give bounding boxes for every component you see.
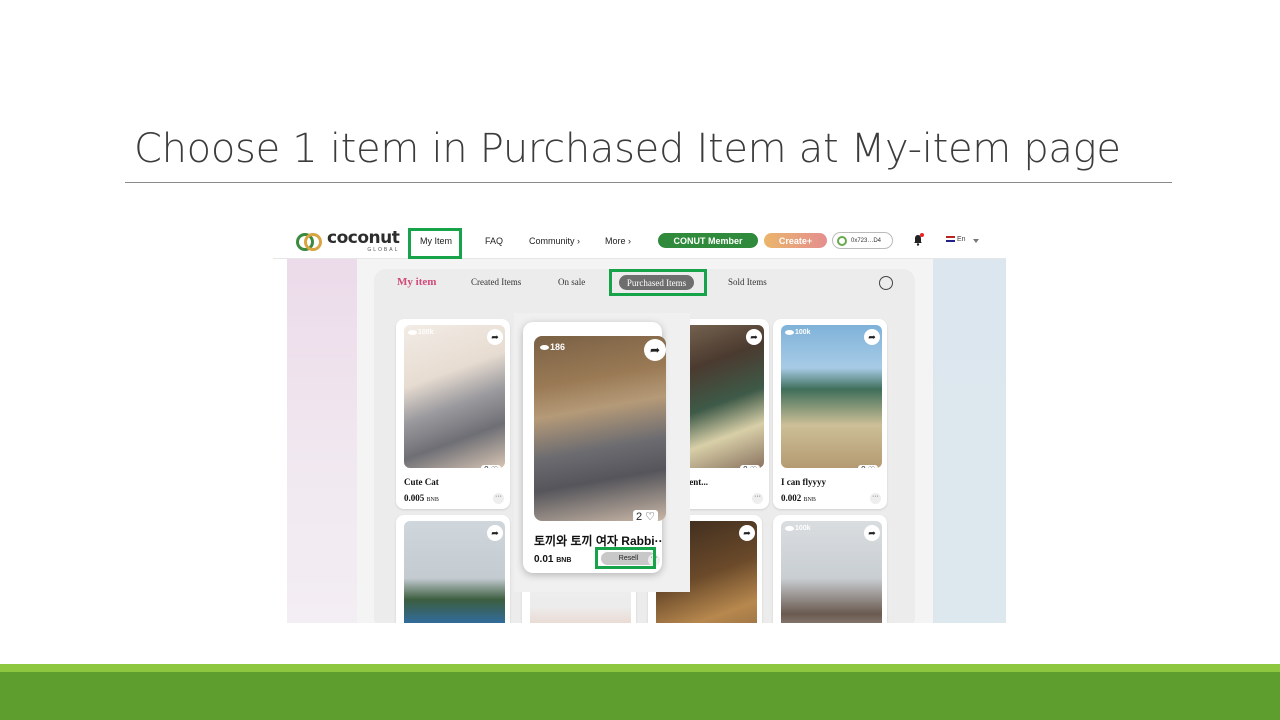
item-name: Cute Cat — [404, 477, 439, 487]
item-thumbnail: 100k ➦ 0 ♡ — [404, 325, 505, 468]
item-card[interactable]: 100k ➦ 0 ♡ Cute Cat 0.005 BNB ··· — [396, 319, 510, 509]
wallet-avatar-icon — [837, 236, 847, 246]
share-arrow-icon[interactable]: ➦ — [864, 525, 880, 541]
item-thumbnail: 100k ➦ 0 ♡ — [781, 325, 882, 468]
item-card[interactable]: ➦ — [396, 515, 510, 623]
share-arrow-icon[interactable]: ➦ — [739, 525, 755, 541]
highlight-my-item — [408, 228, 462, 259]
share-arrow-icon[interactable]: ➦ — [487, 525, 503, 541]
filter-icon[interactable] — [879, 276, 893, 290]
coconut-logo[interactable]: coconut GLOBAL — [294, 228, 400, 253]
view-count: 100k — [408, 329, 434, 336]
wallet-address-button[interactable]: 0x723…D4 — [832, 232, 893, 249]
tab-created-items[interactable]: Created Items — [471, 277, 521, 287]
highlight-purchased-items — [609, 269, 707, 296]
tab-sold-items[interactable]: Sold Items — [728, 277, 767, 287]
item-card[interactable]: 100k ➦ — [773, 515, 887, 623]
selected-item-card[interactable]: 186 ➦ 2 ♡ 토끼와 토끼 여자 Rabbi··· 0.01 BNB Re… — [523, 322, 666, 573]
coconut-logo-icon — [294, 231, 324, 253]
language-label: En — [957, 236, 966, 243]
nav-faq[interactable]: FAQ — [485, 236, 503, 246]
item-card[interactable]: 100k ➦ 0 ♡ I can flyyyy 0.002 BNB ··· — [773, 319, 887, 509]
highlight-resell-button — [595, 547, 656, 569]
item-price: 0.005 BNB — [404, 493, 439, 503]
tab-on-sale[interactable]: On sale — [558, 277, 585, 287]
like-count[interactable]: 0 ♡ — [858, 465, 878, 468]
item-price: 0.01 BNB — [534, 554, 572, 565]
nav-community[interactable]: Community › — [529, 236, 580, 246]
top-navigation: coconut GLOBAL My Item FAQ Community › M… — [273, 222, 1006, 259]
background-gradient-right — [933, 259, 1006, 623]
item-price: 0.002 BNB — [781, 493, 816, 503]
slide: Choose 1 item in Purchased Item at My-it… — [0, 0, 1280, 720]
create-button[interactable]: Create+ — [764, 233, 827, 248]
footer-accent-bar — [0, 664, 1280, 672]
eye-icon — [785, 526, 794, 531]
share-arrow-icon[interactable]: ➦ — [746, 329, 762, 345]
nav-more[interactable]: More › — [605, 236, 631, 246]
view-count: 100k — [785, 525, 811, 532]
eye-icon — [785, 330, 794, 335]
uk-flag-icon — [946, 236, 955, 243]
share-arrow-icon[interactable]: ➦ — [864, 329, 880, 345]
view-count: 100k — [785, 329, 811, 336]
app-screenshot: coconut GLOBAL My Item FAQ Community › M… — [273, 222, 1006, 623]
ellipsis-icon[interactable]: ··· — [493, 493, 504, 504]
title-divider — [125, 182, 1172, 183]
eye-icon — [540, 344, 549, 350]
footer-bar — [0, 672, 1280, 720]
notification-dot — [920, 233, 924, 237]
chevron-down-icon[interactable] — [973, 239, 979, 243]
slide-title: Choose 1 item in Purchased Item at My-it… — [134, 126, 1121, 172]
logo-subtitle: GLOBAL — [367, 247, 400, 253]
view-count: 186 — [540, 342, 565, 352]
like-count[interactable]: 2 ♡ — [632, 510, 658, 523]
tab-my-item[interactable]: My item — [397, 276, 436, 288]
eye-icon — [408, 330, 417, 335]
background-gradient-left — [287, 259, 357, 623]
item-thumbnail: 186 ➦ — [534, 336, 666, 521]
language-selector[interactable]: En — [946, 236, 966, 243]
logo-wordmark: coconut — [327, 228, 400, 248]
conut-member-button[interactable]: CONUT Member — [658, 233, 758, 248]
wallet-address: 0x723…D4 — [851, 237, 882, 244]
share-arrow-icon[interactable]: ➦ — [644, 339, 666, 361]
share-arrow-icon[interactable]: ➦ — [487, 329, 503, 345]
screenshot-margin — [273, 259, 287, 623]
like-count[interactable]: 0 ♡ — [481, 465, 501, 468]
item-name: I can flyyyy — [781, 477, 826, 487]
item-thumbnail: 100k ➦ — [781, 521, 882, 623]
like-count[interactable]: 0 ♡ — [740, 465, 760, 468]
ellipsis-icon[interactable]: ··· — [870, 493, 881, 504]
ellipsis-icon[interactable]: ··· — [752, 493, 763, 504]
item-thumbnail: ➦ — [404, 521, 505, 623]
